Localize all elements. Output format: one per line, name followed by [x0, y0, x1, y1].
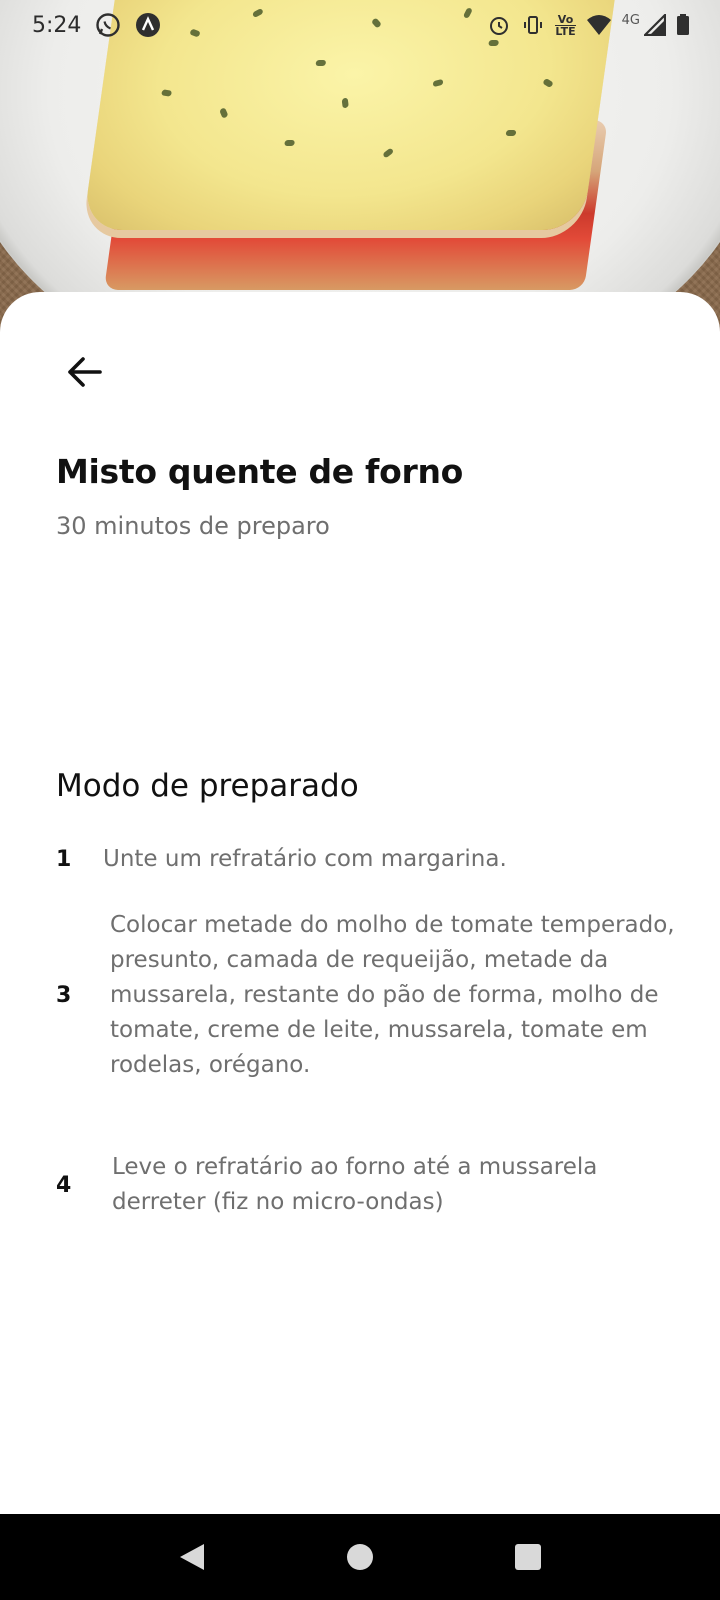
arrow-left-icon — [68, 357, 102, 387]
recents-icon — [515, 1544, 541, 1570]
oregano-fleck — [284, 140, 295, 146]
alarm-icon — [487, 13, 511, 37]
section-title-preparation: Modo de preparado — [56, 768, 359, 804]
oregano-fleck — [542, 77, 554, 89]
status-time: 5:24 — [32, 12, 82, 38]
step-item: 1 Unte um refratário com margarina. — [56, 842, 666, 877]
signal-icon — [644, 14, 666, 36]
step-text: Unte um refratário com margarina. — [103, 846, 507, 872]
oregano-fleck — [315, 60, 327, 66]
step-item: 4 Leve o refratário ao forno até a mussa… — [56, 1150, 676, 1220]
step-number: 3 — [56, 983, 72, 1008]
oregano-fleck — [341, 97, 349, 109]
whatsapp-icon — [95, 12, 121, 38]
back-icon — [180, 1544, 204, 1570]
oregano-fleck — [432, 78, 444, 88]
back-button[interactable] — [56, 344, 112, 400]
volte-label: Vo — [557, 12, 574, 26]
nav-home-button[interactable] — [340, 1537, 380, 1577]
oregano-fleck — [160, 89, 173, 97]
recipe-detail-sheet: Misto quente de forno 30 minutos de prep… — [0, 292, 720, 1514]
volte-icon: Vo LTE — [555, 12, 576, 38]
oregano-fleck — [505, 130, 517, 136]
step-text: Colocar metade do molho de tomate temper… — [110, 912, 675, 1078]
oregano-fleck — [219, 107, 229, 119]
network-4g-label: 4G — [621, 12, 640, 28]
nav-back-button[interactable] — [172, 1537, 212, 1577]
recipe-hero-image — [0, 0, 720, 400]
wifi-icon — [586, 14, 612, 36]
prep-time: 30 minutos de preparo — [56, 512, 330, 540]
lte-label: LTE — [555, 24, 576, 38]
step-text: Leve o refratário ao forno até a mussare… — [112, 1154, 598, 1215]
navigation-bar — [0, 1514, 720, 1600]
vibrate-icon — [521, 13, 545, 37]
recipe-detail-screen: 5:24 Vo LTE 4G Misto quente de forno 30 … — [0, 0, 720, 1600]
app-notification-icon — [135, 12, 161, 38]
battery-icon — [676, 14, 690, 36]
step-number: 1 — [56, 847, 72, 872]
nav-recents-button[interactable] — [508, 1537, 548, 1577]
step-item: 3 Colocar metade do molho de tomate temp… — [56, 908, 676, 1083]
status-bar: 5:24 Vo LTE 4G — [0, 0, 720, 50]
oregano-fleck — [382, 147, 395, 159]
home-icon — [347, 1544, 373, 1570]
recipe-title: Misto quente de forno — [56, 452, 464, 491]
step-number: 4 — [56, 1172, 72, 1198]
